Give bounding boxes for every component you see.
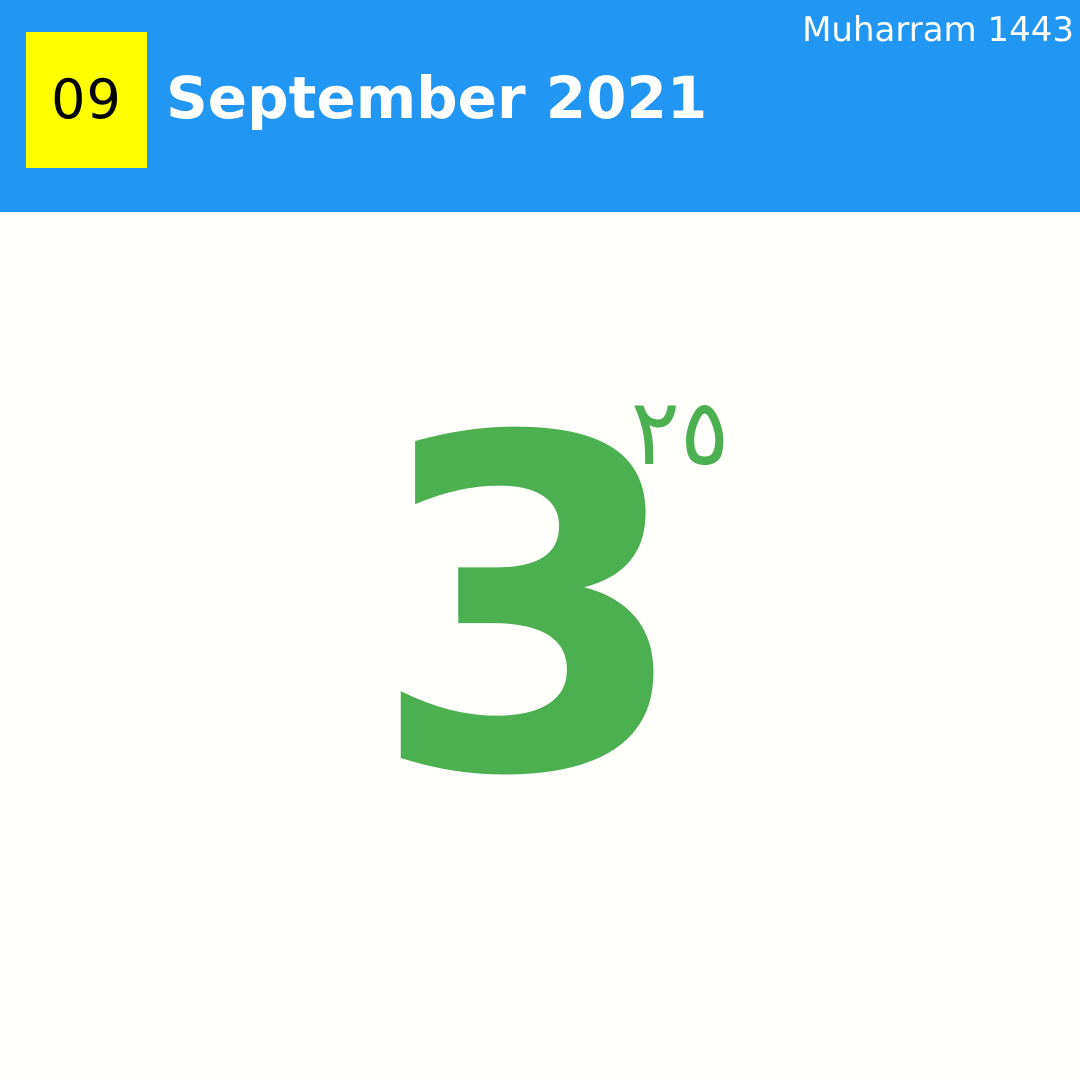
month-year-title: September 2021: [166, 64, 708, 132]
hijri-month-year: Muharram 1443: [802, 10, 1074, 50]
hijri-day-number: ٢٥: [630, 379, 730, 486]
month-number-badge: 09: [26, 32, 147, 168]
calendar-header: 09 September 2021 Muharram 1443: [0, 0, 1080, 212]
month-number: 09: [51, 68, 122, 131]
